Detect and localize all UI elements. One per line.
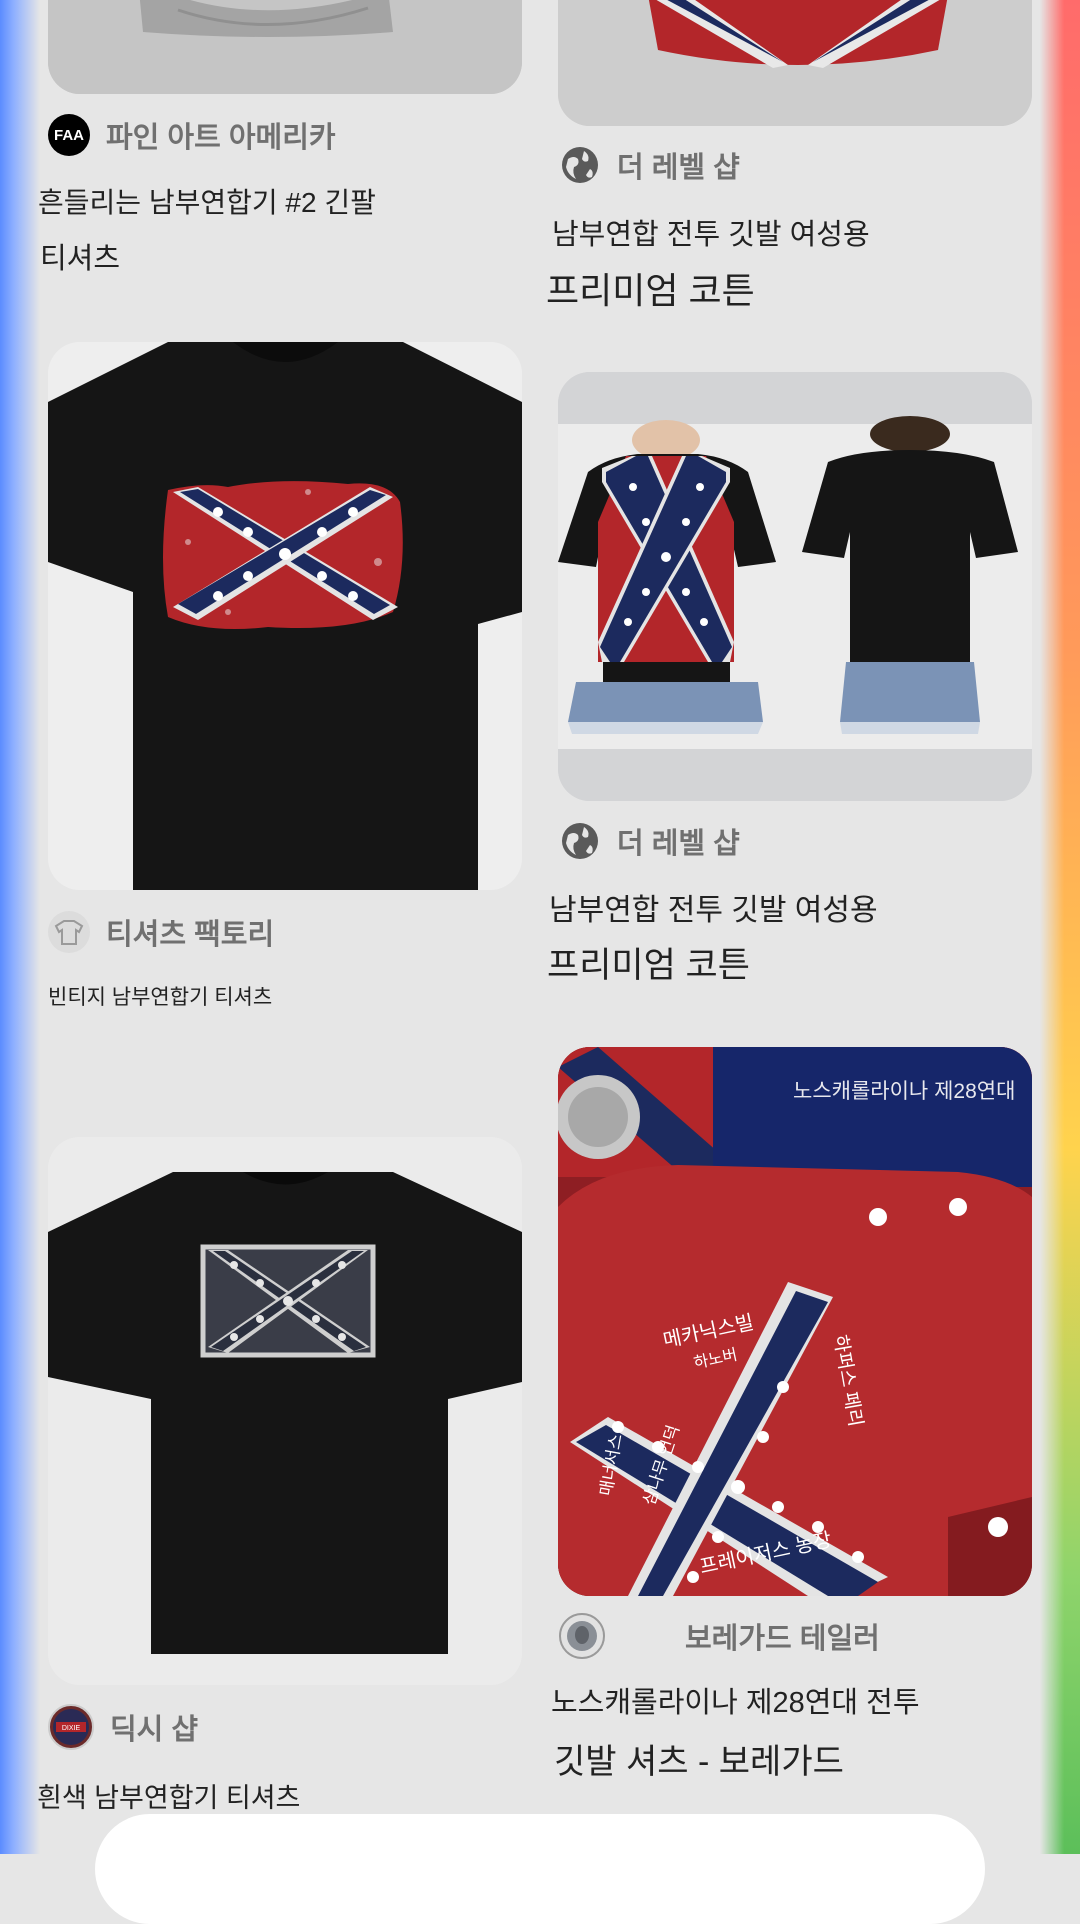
- left-edge-glow: [0, 0, 40, 1854]
- faa-logo-icon: FAA: [48, 114, 90, 156]
- pin-source-row[interactable]: 티셔츠 팩토리: [48, 911, 274, 953]
- pin-source-name: 티셔츠 팩토리: [106, 919, 275, 951]
- pin-title-line1[interactable]: 남부연합 전투 깃발 여성용: [552, 211, 870, 253]
- dixie-shop-logo-icon: DIXIE: [48, 1704, 94, 1750]
- pin-source-row[interactable]: DIXIE 딕시 샵: [48, 1704, 198, 1750]
- pin-image-flag-shirt-top[interactable]: [558, 0, 1032, 126]
- pin-image-white-flag-shirt[interactable]: [48, 1137, 522, 1685]
- grey-shirt-graphic: [48, 0, 522, 94]
- pin-title-line1[interactable]: 남부연합 전투 깃발 여성용: [549, 885, 878, 929]
- pin-title-line2[interactable]: 프리미엄 코튼: [546, 262, 755, 314]
- pin-source-name: 더 레벨 샵: [617, 152, 740, 184]
- pin-source-row[interactable]: 더 레벨 샵: [559, 144, 740, 186]
- pin-source-name: 더 레벨 샵: [617, 828, 740, 860]
- globe-icon: [559, 144, 601, 186]
- coin-logo-icon: [559, 1613, 605, 1659]
- pin-title-line2[interactable]: 프리미엄 코튼: [547, 937, 750, 988]
- black-tshirt-graphic: [48, 342, 522, 890]
- black-tshirt-graphic: [48, 1137, 522, 1685]
- pin-title-line2[interactable]: 티셔츠: [40, 235, 120, 277]
- pin-source-name: 딕시 샵: [110, 1714, 199, 1746]
- tshirt-icon: [48, 911, 90, 953]
- pin-title-line1[interactable]: 흰색 남부연합기 티셔츠: [37, 1776, 300, 1815]
- pin-image-distressed-flag-shirt[interactable]: [48, 342, 522, 890]
- bottom-search-bar[interactable]: [95, 1814, 985, 1924]
- flag-dome-graphic: [558, 0, 1032, 126]
- womens-shirts-graphic: [558, 372, 1032, 801]
- pin-image-womens-flag-shirt[interactable]: [558, 372, 1032, 801]
- pin-title-line1[interactable]: 노스캐롤라이나 제28연대 전투: [551, 1679, 920, 1721]
- pin-title-line1[interactable]: 흔들리는 남부연합기 #2 긴팔: [38, 181, 376, 221]
- pin-source-name: 보레가드 테일러: [685, 1623, 880, 1655]
- pin-title-line1[interactable]: 빈티지 남부연합기 티셔츠: [48, 981, 272, 1011]
- right-edge-glow: [1040, 0, 1080, 1854]
- pin-source-row[interactable]: 보레가드 테일러: [559, 1613, 880, 1659]
- pin-title-line2[interactable]: 깃발 셔츠 - 보레가드: [554, 1734, 844, 1783]
- pin-source-row[interactable]: 더 레벨 샵: [559, 820, 740, 862]
- pin-source-name: 파인 아트 아메리카: [106, 122, 336, 154]
- pin-source-row[interactable]: FAA 파인 아트 아메리카: [48, 114, 336, 156]
- regiment-shirt-graphic: [558, 1047, 1032, 1596]
- svg-text:DIXIE: DIXIE: [62, 1725, 81, 1732]
- pin-image-grey-shirt[interactable]: [48, 0, 522, 94]
- pin-image-28th-regiment-shirt[interactable]: 노스캐롤라이나 제28연대 메카닉스빌 하노버 하퍼스 페리 매너서스 삼나무 …: [558, 1047, 1032, 1596]
- regiment-banner-text: 노스캐롤라이나 제28연대: [793, 1080, 1016, 1103]
- globe-icon: [559, 820, 601, 862]
